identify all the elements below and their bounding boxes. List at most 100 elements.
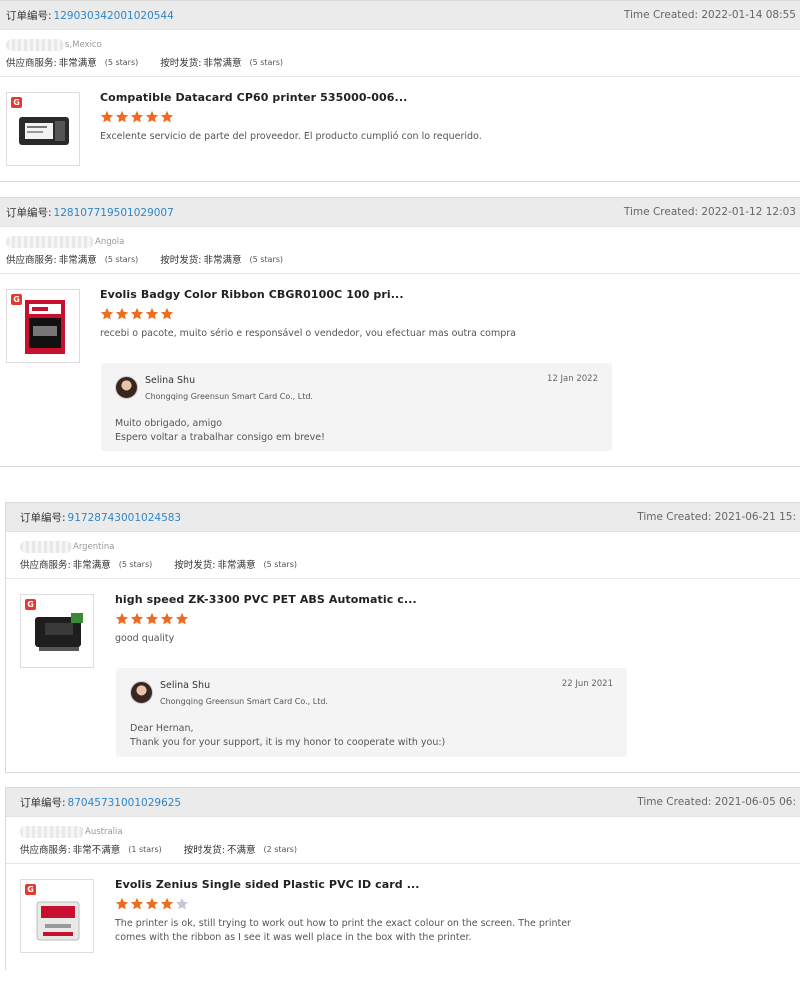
review-text: Excelente servicio de parte del proveedo…: [100, 131, 482, 142]
reply-date: 22 Jun 2021: [561, 679, 613, 689]
card-printer-image: [36, 901, 80, 941]
buyer-ratings: 供应商服务: 非常不满意 (1 stars) 按时发货: 不满意 (2 stars): [20, 842, 794, 857]
order-number-label: 订单编号:: [6, 206, 52, 219]
star-icon: [145, 897, 159, 910]
order-header: 订单编号: 128107719501029007 Time Created: 20…: [0, 197, 800, 227]
on-time-shipping-rating: 按时发货: 非常满意 (5 stars): [174, 559, 298, 572]
product-title-link[interactable]: Compatible Datacard CP60 printer 535000-…: [100, 91, 800, 107]
buyer-info: s,Mexico 供应商服务: 非常满意 (5 stars) 按时发货: 非常满意 (5…: [0, 30, 800, 77]
star-icon: [175, 612, 189, 625]
product-thumbnail[interactable]: G: [6, 289, 80, 363]
buyer-ratings: 供应商服务: 非常满意 (5 stars) 按时发货: 非常满意 (5 stars): [6, 55, 794, 70]
seller-identity: Selina Shu Chongqing Greensun Smart Card…: [160, 680, 613, 706]
product-star-rating: [115, 612, 800, 630]
star-icon: [130, 307, 144, 320]
product-thumbnail[interactable]: G: [20, 594, 94, 668]
seller-name: Selina Shu: [145, 375, 196, 386]
review-text: recebi o pacote, muito sério e responsáv…: [100, 328, 516, 339]
buyer-location: s,Mexico: [6, 38, 794, 52]
supplier-service-rating: 供应商服务: 非常不满意 (1 stars): [20, 844, 162, 857]
product-thumbnail[interactable]: G: [6, 92, 80, 166]
order-number-link[interactable]: 87045731001029625: [68, 797, 182, 809]
seller-avatar: [130, 681, 153, 704]
order-number-link[interactable]: 129030342001020544: [54, 10, 174, 22]
on-time-shipping-rating: 按时发货: 非常满意 (5 stars): [160, 254, 284, 267]
time-created: Time Created: 2022-01-14 08:55: [623, 9, 796, 21]
order-header: 订单编号: 129030342001020544 Time Created: 20…: [0, 0, 800, 30]
star-icon: [115, 307, 129, 320]
on-time-shipping-rating: 按时发货: 非常满意 (5 stars): [160, 57, 284, 70]
buyer-info: Angola 供应商服务: 非常满意 (5 stars) 按时发货: 非常满意 (5 s…: [0, 227, 800, 274]
time-created: Time Created: 2022-01-12 12:03: [623, 206, 796, 218]
buyer-location: Angola: [6, 235, 794, 249]
reply-message: Dear Hernan, Thank you for your support,…: [130, 723, 446, 748]
greensun-logo-icon: G: [25, 884, 36, 895]
product-title-link[interactable]: Evolis Badgy Color Ribbon CBGR0100C 100 …: [100, 288, 800, 304]
seller-name: Selina Shu: [160, 680, 211, 691]
product-review: G Evolis Badgy Color Ribbon CBGR0100C 10…: [0, 274, 800, 363]
reply-date: 12 Jan 2022: [547, 374, 598, 384]
order-number-label: 订单编号:: [20, 511, 66, 524]
seller-avatar: [115, 376, 138, 399]
order-card: 订单编号: 129030342001020544 Time Created: 20…: [0, 0, 800, 182]
order-card: 订单编号: 128107719501029007 Time Created: 20…: [0, 197, 800, 467]
supplier-service-rating: 供应商服务: 非常满意 (5 stars): [20, 559, 153, 572]
ribbon-box-image: [25, 300, 65, 354]
review-text: The printer is ok, still trying to work …: [115, 918, 571, 943]
product-review: G Evolis Zenius Single sided Plastic PVC…: [6, 864, 800, 953]
supplier-service-rating: 供应商服务: 非常满意 (5 stars): [6, 57, 139, 70]
buyer-name-blurred: [20, 541, 72, 553]
order-number-label: 订单编号:: [20, 796, 66, 809]
star-icon: [175, 897, 189, 910]
star-icon: [145, 612, 159, 625]
buyer-location: Argentina: [20, 540, 794, 554]
seller-company: Chongqing Greensun Smart Card Co., Ltd.: [160, 697, 328, 706]
star-icon: [160, 612, 174, 625]
star-icon: [160, 307, 174, 320]
seller-reply: Selina Shu Chongqing Greensun Smart Card…: [116, 668, 627, 757]
star-icon: [100, 307, 114, 320]
time-created: Time Created: 2021-06-05 06:: [637, 796, 796, 808]
star-icon: [145, 307, 159, 320]
buyer-name-blurred: [6, 39, 64, 51]
buyer-name-blurred: [20, 826, 84, 838]
star-icon: [160, 897, 174, 910]
order-number-link[interactable]: 91728743001024583: [68, 512, 182, 524]
on-time-shipping-rating: 按时发货: 不满意 (2 stars): [183, 844, 298, 857]
time-created: Time Created: 2021-06-21 15:: [637, 511, 796, 523]
ribbon-cartridge-image: [19, 117, 69, 145]
star-icon: [115, 612, 129, 625]
buyer-location: Australia: [20, 825, 794, 839]
star-icon: [115, 897, 129, 910]
star-icon: [130, 110, 144, 123]
product-review: G Compatible Datacard CP60 printer 53500…: [0, 77, 800, 166]
star-icon: [100, 110, 114, 123]
product-star-rating: [100, 307, 800, 325]
supplier-service-rating: 供应商服务: 非常满意 (5 stars): [6, 254, 139, 267]
order-number-label: 订单编号:: [6, 9, 52, 22]
product-title-link[interactable]: Evolis Zenius Single sided Plastic PVC I…: [115, 878, 800, 894]
seller-identity: Selina Shu Chongqing Greensun Smart Card…: [145, 375, 598, 401]
print-head-image: [35, 613, 83, 651]
greensun-logo-icon: G: [25, 599, 36, 610]
star-icon: [130, 897, 144, 910]
order-header: 订单编号: 91728743001024583 Time Created: 202…: [6, 502, 800, 532]
review-text: good quality: [115, 633, 175, 644]
order-card: 订单编号: 91728743001024583 Time Created: 202…: [5, 502, 800, 773]
star-icon: [115, 110, 129, 123]
product-title-link[interactable]: high speed ZK-3300 PVC PET ABS Automatic…: [115, 593, 800, 609]
seller-reply: Selina Shu Chongqing Greensun Smart Card…: [101, 363, 612, 451]
product-review: G high speed ZK-3300 PVC PET ABS Automat…: [6, 579, 800, 668]
product-star-rating: [115, 897, 800, 915]
star-icon: [130, 612, 144, 625]
seller-company: Chongqing Greensun Smart Card Co., Ltd.: [145, 392, 313, 401]
buyer-ratings: 供应商服务: 非常满意 (5 stars) 按时发货: 非常满意 (5 stars): [20, 557, 794, 572]
star-icon: [160, 110, 174, 123]
buyer-info: Argentina 供应商服务: 非常满意 (5 stars) 按时发货: 非常满意(…: [6, 532, 800, 579]
star-icon: [145, 110, 159, 123]
product-thumbnail[interactable]: G: [20, 879, 94, 953]
product-star-rating: [100, 110, 800, 128]
order-number-link[interactable]: 128107719501029007: [54, 207, 174, 219]
greensun-logo-icon: G: [11, 294, 22, 305]
buyer-ratings: 供应商服务: 非常满意 (5 stars) 按时发货: 非常满意 (5 stars): [6, 252, 794, 267]
